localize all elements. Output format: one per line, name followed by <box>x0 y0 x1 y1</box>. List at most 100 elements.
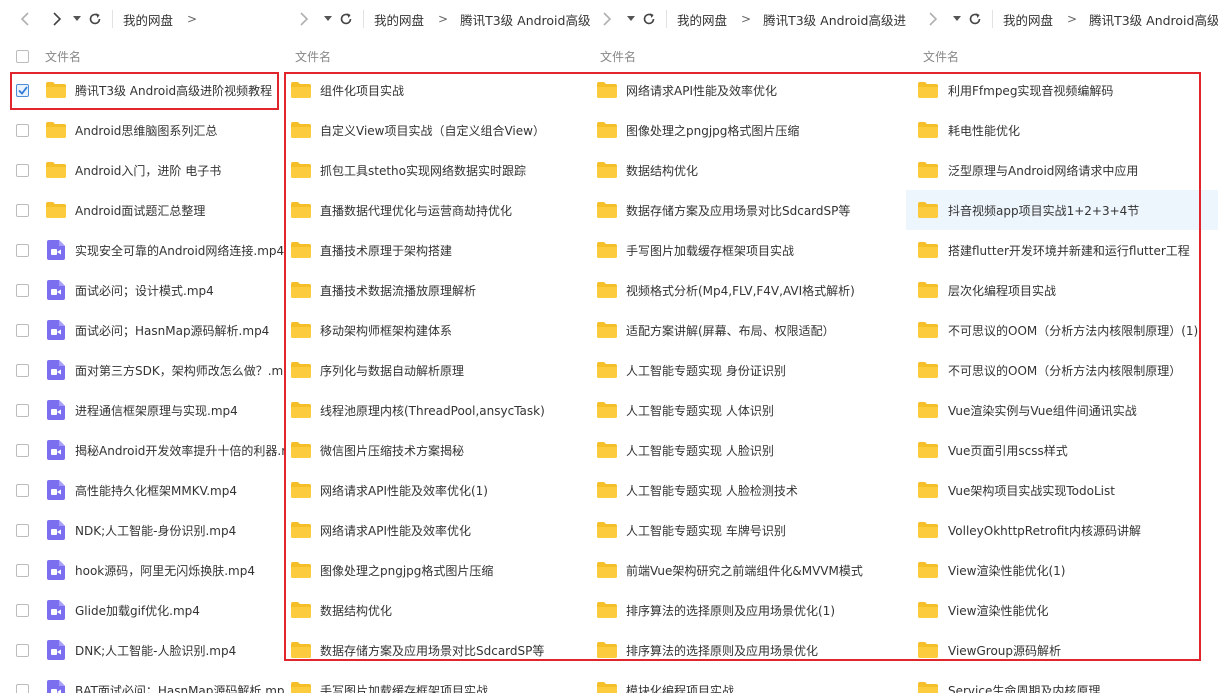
folder-row[interactable]: 利用Ffmpeg实现音视频编解码 <box>906 70 1218 110</box>
folder-row[interactable]: 不可思议的OOM（分析方法内核限制原理）(1) <box>906 310 1218 350</box>
file-row[interactable]: NDK;人工智能-身份识别.mp4 <box>0 510 285 550</box>
folder-row[interactable]: 前端Vue架构研究之前端组件化&MVVM模式 <box>590 550 906 590</box>
file-name[interactable]: View渲染性能优化 <box>948 602 1048 619</box>
column-header[interactable]: 文件名 <box>906 44 1218 68</box>
folder-row[interactable]: 腾讯T3级 Android高级进阶视频教程 <box>0 70 285 110</box>
file-name[interactable]: 序列化与数据自动解析原理 <box>320 362 464 379</box>
folder-row[interactable]: Service生命周期及内核原理 <box>906 670 1218 693</box>
folder-row[interactable]: 适配方案讲解(屏幕、布局、权限适配） <box>590 310 906 350</box>
breadcrumb-item[interactable]: 腾讯T3级 Android高级进阶 <box>763 10 906 29</box>
file-name[interactable]: 不可思议的OOM（分析方法内核限制原理）(1) <box>948 322 1198 339</box>
folder-row[interactable]: 手写图片加载缓存框架项目实战 <box>590 230 906 270</box>
dropdown-caret-icon[interactable] <box>70 8 84 30</box>
file-name[interactable]: 移动架构师框架构建体系 <box>320 322 452 339</box>
folder-row[interactable]: 网络请求API性能及效率优化 <box>590 70 906 110</box>
folder-row[interactable]: 数据结构优化 <box>285 590 590 630</box>
folder-row[interactable]: 抖音视频app项目实战1+2+3+4节 <box>906 190 1218 230</box>
row-checkbox[interactable] <box>16 483 29 497</box>
folder-row[interactable]: ViewGroup源码解析 <box>906 630 1218 670</box>
folder-row[interactable]: 数据存储方案及应用场景对比SdcardSP等 <box>590 190 906 230</box>
dropdown-caret-icon[interactable] <box>321 8 335 30</box>
breadcrumb-item[interactable]: 我的网盘 <box>374 10 424 29</box>
folder-row[interactable]: Android入门，进阶 电子书 <box>0 150 285 190</box>
file-name[interactable]: 网络请求API性能及效率优化 <box>626 82 777 99</box>
folder-row[interactable]: 层次化编程项目实战 <box>906 270 1218 310</box>
folder-row[interactable]: 人工智能专题实现 人脸识别 <box>590 430 906 470</box>
folder-row[interactable]: VolleyOkhttpRetrofit内核源码讲解 <box>906 510 1218 550</box>
folder-row[interactable]: 人工智能专题实现 身份证识别 <box>590 350 906 390</box>
dropdown-caret-icon[interactable] <box>624 8 638 30</box>
column-header[interactable]: 文件名 <box>285 44 590 68</box>
folder-row[interactable]: 直播技术原理于架构搭建 <box>285 230 590 270</box>
file-row[interactable]: BAT面试必问；HasnMap源码解析.mp4 <box>0 670 285 693</box>
file-row[interactable]: 揭秘Android开发效率提升十倍的利器.mp4 <box>0 430 285 470</box>
breadcrumb-item[interactable]: 腾讯T3级 Android高级 <box>1089 10 1218 29</box>
folder-row[interactable]: 网络请求API性能及效率优化(1) <box>285 470 590 510</box>
breadcrumb[interactable]: 我的网盘 > 腾讯T3级 Android高级 <box>374 10 590 29</box>
column-header[interactable]: 文件名 <box>0 44 285 68</box>
file-row[interactable]: DNK;人工智能-人脸识别.mp4 <box>0 630 285 670</box>
file-name[interactable]: 揭秘Android开发效率提升十倍的利器.mp4 <box>75 442 285 459</box>
refresh-icon[interactable] <box>84 8 106 30</box>
row-checkbox[interactable] <box>16 403 29 417</box>
file-name[interactable]: 层次化编程项目实战 <box>948 282 1056 299</box>
folder-row[interactable]: 直播数据代理优化与运营商劫持优化 <box>285 190 590 230</box>
file-name[interactable]: 直播数据代理优化与运营商劫持优化 <box>320 202 512 219</box>
folder-row[interactable]: 泛型原理与Android网络请求中应用 <box>906 150 1218 190</box>
refresh-icon[interactable] <box>964 8 986 30</box>
file-name[interactable]: Vue渲染实例与Vue组件间通讯实战 <box>948 402 1137 419</box>
folder-row[interactable]: 搭建flutter开发环境并新建和运行flutter工程 <box>906 230 1218 270</box>
file-name[interactable]: 网络请求API性能及效率优化(1) <box>320 482 488 499</box>
row-checkbox[interactable] <box>16 443 29 457</box>
file-row[interactable]: hook源码，阿里无闪烁换肤.mp4 <box>0 550 285 590</box>
file-name[interactable]: 泛型原理与Android网络请求中应用 <box>948 162 1138 179</box>
file-name[interactable]: VolleyOkhttpRetrofit内核源码讲解 <box>948 522 1141 539</box>
folder-row[interactable]: 耗电性能优化 <box>906 110 1218 150</box>
folder-row[interactable]: 图像处理之pngjpg格式图片压缩 <box>285 550 590 590</box>
column-header-name[interactable]: 文件名 <box>600 48 636 65</box>
row-checkbox[interactable] <box>16 643 29 657</box>
file-name[interactable]: Service生命周期及内核原理 <box>948 682 1100 693</box>
column-header-name[interactable]: 文件名 <box>295 48 331 65</box>
file-name[interactable]: Android面试题汇总整理 <box>75 202 205 219</box>
row-checkbox[interactable] <box>16 283 29 297</box>
file-name[interactable]: 自定义View项目实战（自定义组合View） <box>320 122 545 139</box>
folder-row[interactable]: Android面试题汇总整理 <box>0 190 285 230</box>
column-header-name[interactable]: 文件名 <box>45 48 81 65</box>
file-name[interactable]: Vue页面引用scss样式 <box>948 442 1068 459</box>
file-name[interactable]: 搭建flutter开发环境并新建和运行flutter工程 <box>948 242 1190 259</box>
file-row[interactable]: 面试必问；设计模式.mp4 <box>0 270 285 310</box>
file-name[interactable]: 线程池原理内核(ThreadPool,ansycTask) <box>320 402 545 419</box>
file-name[interactable]: 图像处理之pngjpg格式图片压缩 <box>626 122 799 139</box>
file-row[interactable]: 面对第三方SDK，架构师改怎么做？.mp4 <box>0 350 285 390</box>
folder-row[interactable]: 组件化项目实战 <box>285 70 590 110</box>
folder-row[interactable]: 人工智能专题实现 人脸检测技术 <box>590 470 906 510</box>
file-name[interactable]: 人工智能专题实现 人脸识别 <box>626 442 774 459</box>
file-name[interactable]: 图像处理之pngjpg格式图片压缩 <box>320 562 493 579</box>
file-name[interactable]: 腾讯T3级 Android高级进阶视频教程 <box>75 82 272 99</box>
breadcrumb-item[interactable]: 我的网盘 <box>677 10 727 29</box>
folder-row[interactable]: 数据结构优化 <box>590 150 906 190</box>
file-name[interactable]: 直播技术数据流播放原理解析 <box>320 282 476 299</box>
folder-row[interactable]: 线程池原理内核(ThreadPool,ansycTask) <box>285 390 590 430</box>
file-name[interactable]: NDK;人工智能-身份识别.mp4 <box>75 522 236 539</box>
file-row[interactable]: 进程通信框架原理与实现.mp4 <box>0 390 285 430</box>
select-all-checkbox[interactable] <box>16 49 29 63</box>
file-name[interactable]: 数据结构优化 <box>320 602 392 619</box>
file-name[interactable]: View渲染性能优化(1) <box>948 562 1065 579</box>
row-checkbox[interactable] <box>16 523 29 537</box>
file-name[interactable]: 模块化编程项目实战 <box>626 682 734 693</box>
folder-row[interactable]: 序列化与数据自动解析原理 <box>285 350 590 390</box>
folder-row[interactable]: Vue页面引用scss样式 <box>906 430 1218 470</box>
file-name[interactable]: 组件化项目实战 <box>320 82 404 99</box>
file-name[interactable]: Glide加载gif优化.mp4 <box>75 602 200 619</box>
file-row[interactable]: Glide加载gif优化.mp4 <box>0 590 285 630</box>
folder-row[interactable]: 排序算法的选择原则及应用场景优化(1) <box>590 590 906 630</box>
file-name[interactable]: 抓包工具stetho实现网络数据实时跟踪 <box>320 162 526 179</box>
file-name[interactable]: Android思维脑图系列汇总 <box>75 122 217 139</box>
file-name[interactable]: 实现安全可靠的Android网络连接.mp4 <box>75 242 284 259</box>
folder-row[interactable]: 人工智能专题实现 车牌号识别 <box>590 510 906 550</box>
file-name[interactable]: 排序算法的选择原则及应用场景优化(1) <box>626 602 835 619</box>
folder-row[interactable]: 不可思议的OOM（分析方法内核限制原理） <box>906 350 1218 390</box>
file-name[interactable]: 数据存储方案及应用场景对比SdcardSP等 <box>320 642 544 659</box>
